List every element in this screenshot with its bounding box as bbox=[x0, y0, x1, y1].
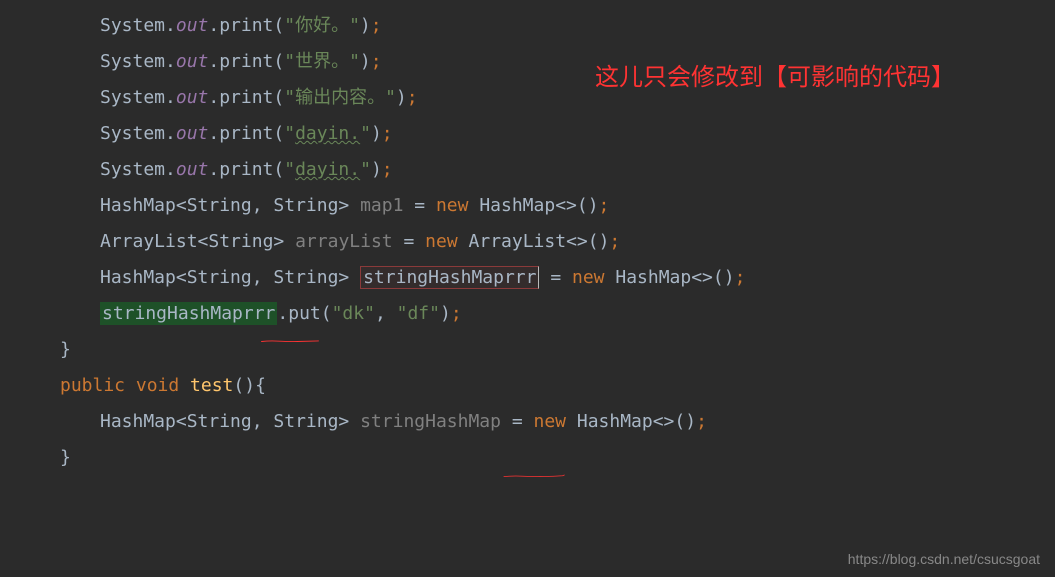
code-line-9[interactable]: stringHashMaprrr.put("dk", "df"); bbox=[0, 296, 1055, 332]
semicolon: ; bbox=[371, 15, 382, 36]
diamond: <>() bbox=[566, 231, 609, 252]
equals: = bbox=[403, 195, 436, 216]
type: HashMap bbox=[100, 195, 176, 216]
semicolon: ; bbox=[696, 411, 707, 432]
equals: = bbox=[393, 231, 426, 252]
red-scribble-2 bbox=[412, 475, 657, 478]
diamond: <>() bbox=[653, 411, 696, 432]
string-literal: "dk" bbox=[332, 303, 375, 324]
brace-close: } bbox=[60, 339, 71, 360]
code-line-14[interactable]: } bbox=[0, 440, 1055, 476]
string-literal: "你好。" bbox=[284, 15, 360, 36]
renamed-variable-usage: stringHashMaprrr bbox=[100, 302, 277, 325]
semicolon: ; bbox=[735, 267, 746, 288]
semicolon: ; bbox=[599, 195, 610, 216]
semicolon: ; bbox=[382, 159, 393, 180]
generic: <String> bbox=[198, 231, 296, 252]
method-call: .print( bbox=[208, 159, 284, 180]
string-quote: " bbox=[284, 159, 295, 180]
constructor: HashMap bbox=[577, 411, 653, 432]
code-line-10[interactable]: } bbox=[0, 332, 1055, 368]
code-line-12[interactable]: public void test(){ bbox=[0, 368, 1055, 404]
renamed-variable[interactable]: stringHashMaprrr bbox=[360, 266, 539, 289]
class-ref: System. bbox=[100, 159, 176, 180]
code-line-5[interactable]: System.out.print("dayin."); bbox=[0, 152, 1055, 188]
string-typo: dayin. bbox=[295, 123, 360, 144]
type: HashMap bbox=[100, 267, 176, 288]
paren-brace: (){ bbox=[233, 375, 266, 396]
constructor: HashMap bbox=[479, 195, 555, 216]
comma: , bbox=[375, 303, 397, 324]
constructor: ArrayList bbox=[469, 231, 567, 252]
diamond: <>() bbox=[691, 267, 734, 288]
string-typo: dayin. bbox=[295, 159, 360, 180]
method-call: .print( bbox=[208, 87, 284, 108]
field-out: out bbox=[176, 159, 209, 180]
red-annotation-text: 这儿只会修改到【可影响的代码】 bbox=[595, 62, 1015, 94]
field-out: out bbox=[176, 15, 209, 36]
type: HashMap bbox=[100, 411, 176, 432]
paren-close: ) bbox=[440, 303, 451, 324]
semicolon: ; bbox=[451, 303, 462, 324]
method-call: .print( bbox=[208, 123, 284, 144]
equals: = bbox=[501, 411, 534, 432]
new-keyword: new bbox=[436, 195, 479, 216]
variable-name: map1 bbox=[360, 195, 403, 216]
constructor: HashMap bbox=[615, 267, 691, 288]
code-line-1[interactable]: System.out.print("你好。"); bbox=[0, 8, 1055, 44]
keyword-public: public bbox=[60, 375, 136, 396]
new-keyword: new bbox=[534, 411, 577, 432]
paren-close: ) bbox=[360, 15, 371, 36]
generic: <String, String> bbox=[176, 411, 360, 432]
method-call: .print( bbox=[208, 51, 284, 72]
code-line-4[interactable]: System.out.print("dayin."); bbox=[0, 116, 1055, 152]
class-ref: System. bbox=[100, 15, 176, 36]
class-ref: System. bbox=[100, 87, 176, 108]
paren-close: ) bbox=[371, 123, 382, 144]
field-out: out bbox=[176, 123, 209, 144]
method-name: test bbox=[190, 375, 233, 396]
code-line-8[interactable]: HashMap<String, String> stringHashMaprrr… bbox=[0, 260, 1055, 296]
paren-close: ) bbox=[396, 87, 407, 108]
class-ref: System. bbox=[100, 123, 176, 144]
equals: = bbox=[539, 267, 572, 288]
keyword-void: void bbox=[136, 375, 190, 396]
generic: <String, String> bbox=[176, 195, 360, 216]
generic: <String, String> bbox=[176, 267, 360, 288]
semicolon: ; bbox=[609, 231, 620, 252]
brace-close: } bbox=[60, 447, 71, 468]
variable-name: stringHashMap bbox=[360, 411, 501, 432]
watermark: https://blog.csdn.net/csucsgoat bbox=[848, 551, 1040, 567]
field-out: out bbox=[176, 51, 209, 72]
string-quote: " bbox=[360, 159, 371, 180]
method-call: .put( bbox=[277, 303, 331, 324]
semicolon: ; bbox=[371, 51, 382, 72]
string-literal: "世界。" bbox=[284, 51, 360, 72]
class-ref: System. bbox=[100, 51, 176, 72]
new-keyword: new bbox=[572, 267, 615, 288]
method-call: .print( bbox=[208, 15, 284, 36]
string-literal: "df" bbox=[397, 303, 440, 324]
new-keyword: new bbox=[425, 231, 468, 252]
field-out: out bbox=[176, 87, 209, 108]
code-line-13[interactable]: HashMap<String, String> stringHashMap = … bbox=[0, 404, 1055, 440]
code-line-6[interactable]: HashMap<String, String> map1 = new HashM… bbox=[0, 188, 1055, 224]
code-line-7[interactable]: ArrayList<String> arrayList = new ArrayL… bbox=[0, 224, 1055, 260]
paren-close: ) bbox=[360, 51, 371, 72]
semicolon: ; bbox=[382, 123, 393, 144]
diamond: <>() bbox=[555, 195, 598, 216]
string-literal: "输出内容。" bbox=[284, 87, 396, 108]
semicolon: ; bbox=[407, 87, 418, 108]
red-scribble-1 bbox=[195, 340, 385, 343]
type: ArrayList bbox=[100, 231, 198, 252]
variable-name: arrayList bbox=[295, 231, 393, 252]
string-quote: " bbox=[360, 123, 371, 144]
paren-close: ) bbox=[371, 159, 382, 180]
string-quote: " bbox=[284, 123, 295, 144]
